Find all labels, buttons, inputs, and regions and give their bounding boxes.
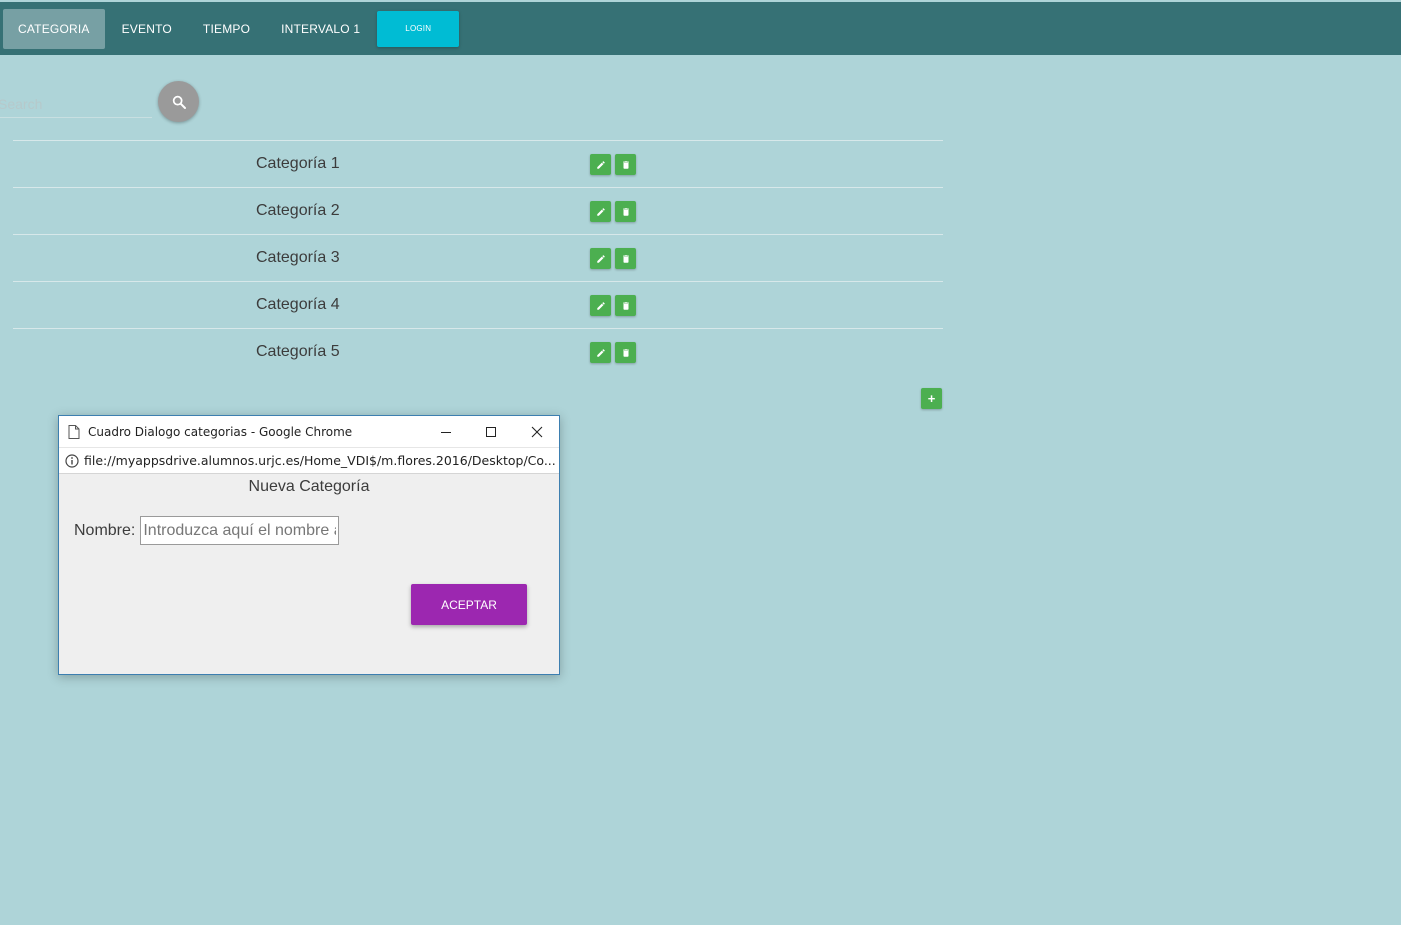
category-name: Categoría 2 (256, 202, 340, 219)
login-button[interactable]: LOGIN (377, 10, 460, 47)
pencil-icon (596, 207, 605, 216)
edit-button[interactable] (590, 248, 611, 269)
page-icon (68, 424, 80, 439)
window-titlebar: Cuadro Dialogo categorias - Google Chrom… (59, 416, 559, 447)
trash-icon (622, 348, 629, 357)
search-icon (172, 95, 186, 109)
table-row: Categoría 5 (13, 328, 943, 375)
url-text: file://myappsdrive.alumnos.urjc.es/Home_… (84, 453, 556, 468)
trash-icon (622, 301, 629, 310)
top-navbar: CATEGORIA EVENTO TIEMPO INTERVALO 1 LOGI… (0, 2, 1401, 55)
accept-button[interactable]: ACEPTAR (411, 584, 527, 625)
edit-button[interactable] (590, 295, 611, 316)
table-row: Categoría 2 (13, 187, 943, 234)
category-table: Categoría 1 Categoría 2 Categoría 3 Cate… (13, 140, 943, 375)
category-name: Categoría 4 (256, 296, 340, 313)
window-title: Cuadro Dialogo categorias - Google Chrom… (88, 424, 353, 439)
pencil-icon (596, 301, 605, 310)
pencil-icon (596, 254, 605, 263)
minimize-icon (441, 431, 451, 433)
edit-button[interactable] (590, 154, 611, 175)
nombre-input[interactable] (140, 516, 340, 545)
row-actions (590, 154, 636, 175)
nombre-label: Nombre: (74, 521, 136, 539)
row-actions (590, 295, 636, 316)
pencil-icon (596, 160, 605, 169)
trash-icon (622, 207, 629, 216)
table-row: Categoría 4 (13, 281, 943, 328)
add-category-button[interactable]: + (921, 388, 942, 409)
minimize-button[interactable] (423, 416, 469, 447)
delete-button[interactable] (615, 295, 636, 316)
delete-button[interactable] (615, 154, 636, 175)
search-bar (0, 80, 200, 124)
category-name: Categoría 1 (256, 155, 340, 172)
delete-button[interactable] (615, 201, 636, 222)
nav-tab-evento[interactable]: EVENTO (108, 9, 186, 49)
close-button[interactable] (514, 416, 560, 447)
delete-button[interactable] (615, 342, 636, 363)
maximize-icon (486, 426, 496, 437)
nav-tab-categoria[interactable]: CATEGORIA (3, 8, 105, 49)
delete-button[interactable] (615, 248, 636, 269)
new-category-dialog-window: Cuadro Dialogo categorias - Google Chrom… (58, 415, 560, 675)
edit-button[interactable] (590, 342, 611, 363)
pencil-icon (596, 348, 605, 357)
trash-icon (622, 160, 629, 169)
info-icon (65, 453, 79, 468)
dialog-heading: Nueva Categoría (248, 478, 370, 495)
category-name: Categoría 5 (256, 343, 340, 360)
row-actions (590, 342, 636, 363)
category-name: Categoría 3 (256, 249, 340, 266)
trash-icon (622, 254, 629, 263)
close-icon (531, 426, 543, 437)
maximize-button[interactable] (468, 416, 514, 447)
table-row: Categoría 3 (13, 234, 943, 281)
nombre-form-row: Nombre: (74, 516, 340, 545)
search-button[interactable] (158, 81, 199, 122)
address-bar[interactable]: file://myappsdrive.alumnos.urjc.es/Home_… (59, 447, 559, 474)
search-input[interactable] (0, 90, 152, 118)
nav-tab-intervalo[interactable]: INTERVALO 1 (267, 9, 374, 49)
row-actions (590, 248, 636, 269)
edit-button[interactable] (590, 201, 611, 222)
nav-tab-tiempo[interactable]: TIEMPO (189, 9, 264, 49)
row-actions (590, 201, 636, 222)
table-row: Categoría 1 (13, 140, 943, 187)
